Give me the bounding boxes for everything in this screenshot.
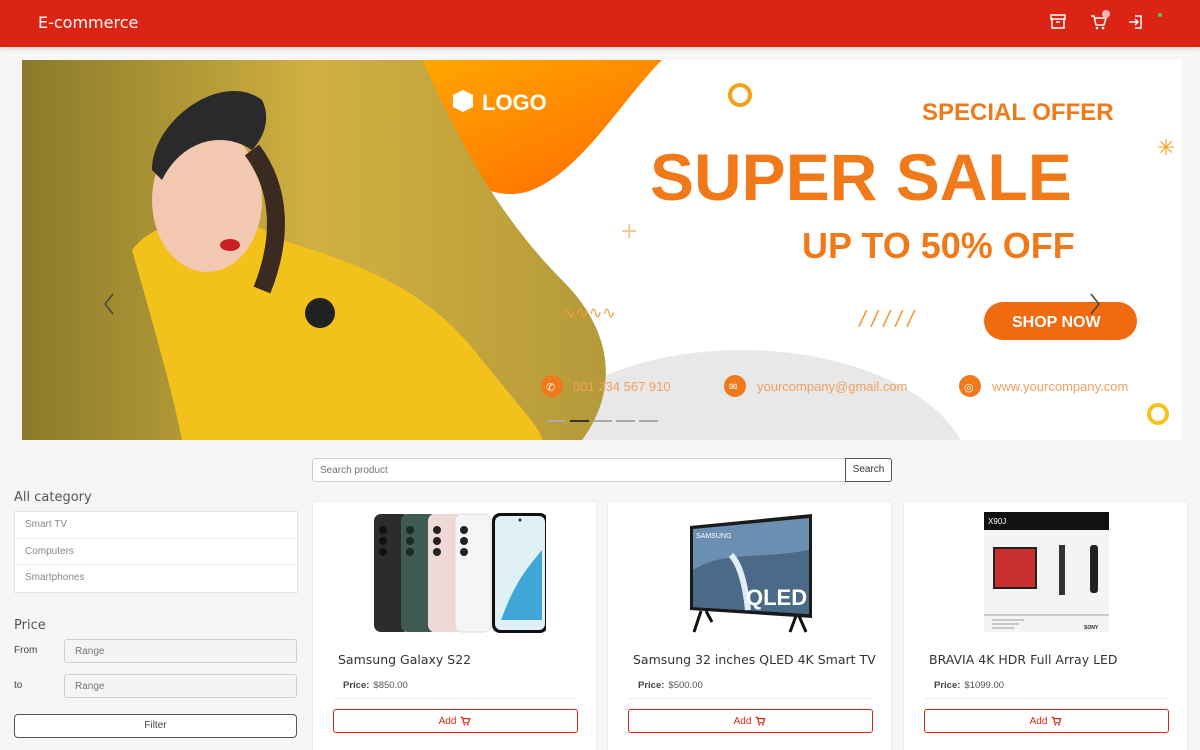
chevron-left-icon[interactable] <box>103 292 115 316</box>
carousel-indicator-active[interactable] <box>570 420 589 422</box>
banner-logo-text: LOGO <box>482 90 547 115</box>
product-card: Samsung Galaxy S22 Price: $850.00 Add <box>312 501 597 750</box>
banner-subline: UP TO 50% OFF <box>802 225 1075 266</box>
category-item[interactable]: Computers <box>15 539 297 565</box>
svg-text:✆: ✆ <box>546 381 555 394</box>
category-item[interactable]: Smartphones <box>15 565 297 592</box>
cart-badge <box>1102 10 1110 18</box>
divider <box>924 698 1169 699</box>
banner-email: yourcompany@gmail.com <box>757 379 907 394</box>
sparkle-icon: ✳ <box>1157 136 1175 161</box>
category-item[interactable]: Smart TV <box>15 512 297 539</box>
add-to-cart-button[interactable]: Add <box>333 709 578 733</box>
product-name[interactable]: BRAVIA 4K HDR Full Array LED <box>929 652 1118 667</box>
smartphone-image[interactable] <box>366 510 546 635</box>
cart-icon <box>461 716 471 726</box>
svg-text:X90J: X90J <box>988 517 1006 526</box>
carousel-indicators <box>547 420 658 422</box>
archive-icon[interactable] <box>1048 12 1068 32</box>
chevron-right-icon[interactable] <box>1089 292 1101 316</box>
product-price: Price: $850.00 <box>343 680 408 691</box>
plus-icon: + <box>620 219 638 244</box>
carousel-indicator[interactable] <box>547 420 566 422</box>
svg-text:SONY: SONY <box>1084 625 1099 631</box>
price-title: Price <box>14 618 46 633</box>
divider <box>333 698 578 699</box>
wave-decor: ∿∿∿∿ <box>562 303 616 322</box>
tv-box-image[interactable]: X90J SONY <box>984 510 1109 635</box>
category-title: All category <box>14 490 92 505</box>
divider <box>628 698 873 699</box>
add-label: Add <box>733 715 752 727</box>
carousel-indicator[interactable] <box>593 420 612 422</box>
add-label: Add <box>1029 715 1048 727</box>
banner-image[interactable]: LOGO SPECIAL OFFER SUPER SALE UP TO 50% … <box>22 60 1182 440</box>
price-to-input[interactable] <box>64 674 297 698</box>
product-price: Price: $500.00 <box>638 680 703 691</box>
banner-headline: SUPER SALE <box>650 140 1072 214</box>
shop-now-label: SHOP NOW <box>1012 314 1102 331</box>
cart-icon <box>1052 716 1062 726</box>
model-photo <box>305 298 335 328</box>
from-label: From <box>14 645 38 656</box>
product-card: X90J SONY BRAVIA 4K HDR Full Array LED P… <box>903 501 1188 750</box>
to-label: to <box>14 680 23 691</box>
banner-phone: 001 234 567 910 <box>573 379 671 394</box>
svg-text:QLED: QLED <box>746 585 807 610</box>
brand-link[interactable]: E-commerce <box>38 13 138 32</box>
banner-kicker: SPECIAL OFFER <box>922 99 1114 126</box>
sign-in-icon[interactable] <box>1126 12 1146 32</box>
search-input[interactable] <box>312 458 846 482</box>
zigzag-decor: ///// <box>857 306 917 330</box>
svg-text:✉: ✉ <box>729 382 737 393</box>
navbar: E-commerce <box>0 0 1200 47</box>
add-label: Add <box>438 715 457 727</box>
status-dot <box>1158 13 1162 17</box>
add-to-cart-button[interactable]: Add <box>924 709 1169 733</box>
product-name[interactable]: Samsung Galaxy S22 <box>338 652 471 667</box>
search-button[interactable]: Search <box>845 458 892 482</box>
svg-text:SAMSUNG: SAMSUNG <box>696 533 731 540</box>
carousel-indicator[interactable] <box>639 420 658 422</box>
price-from-input[interactable] <box>64 639 297 663</box>
carousel-indicator[interactable] <box>616 420 635 422</box>
add-to-cart-button[interactable]: Add <box>628 709 873 733</box>
filter-sidebar: All category Smart TV Computers Smartpho… <box>14 490 298 738</box>
tv-image[interactable]: SAMSUNG QLED <box>686 510 816 635</box>
svg-text:◎: ◎ <box>964 381 974 394</box>
product-card: SAMSUNG QLED Samsung 32 inches QLED 4K S… <box>607 501 892 750</box>
filter-button[interactable]: Filter <box>14 714 297 738</box>
product-price: Price: $1099.00 <box>934 680 1005 691</box>
model-photo <box>220 239 240 251</box>
price-from-row: From <box>14 639 298 663</box>
banner-website: www.yourcompany.com <box>991 379 1128 394</box>
cart-icon <box>756 716 766 726</box>
product-name[interactable]: Samsung 32 inches QLED 4K Smart TV <box>633 652 876 667</box>
price-to-row: to <box>14 674 298 698</box>
category-list: Smart TV Computers Smartphones <box>14 511 298 593</box>
hero-carousel: LOGO SPECIAL OFFER SUPER SALE UP TO 50% … <box>22 60 1182 440</box>
